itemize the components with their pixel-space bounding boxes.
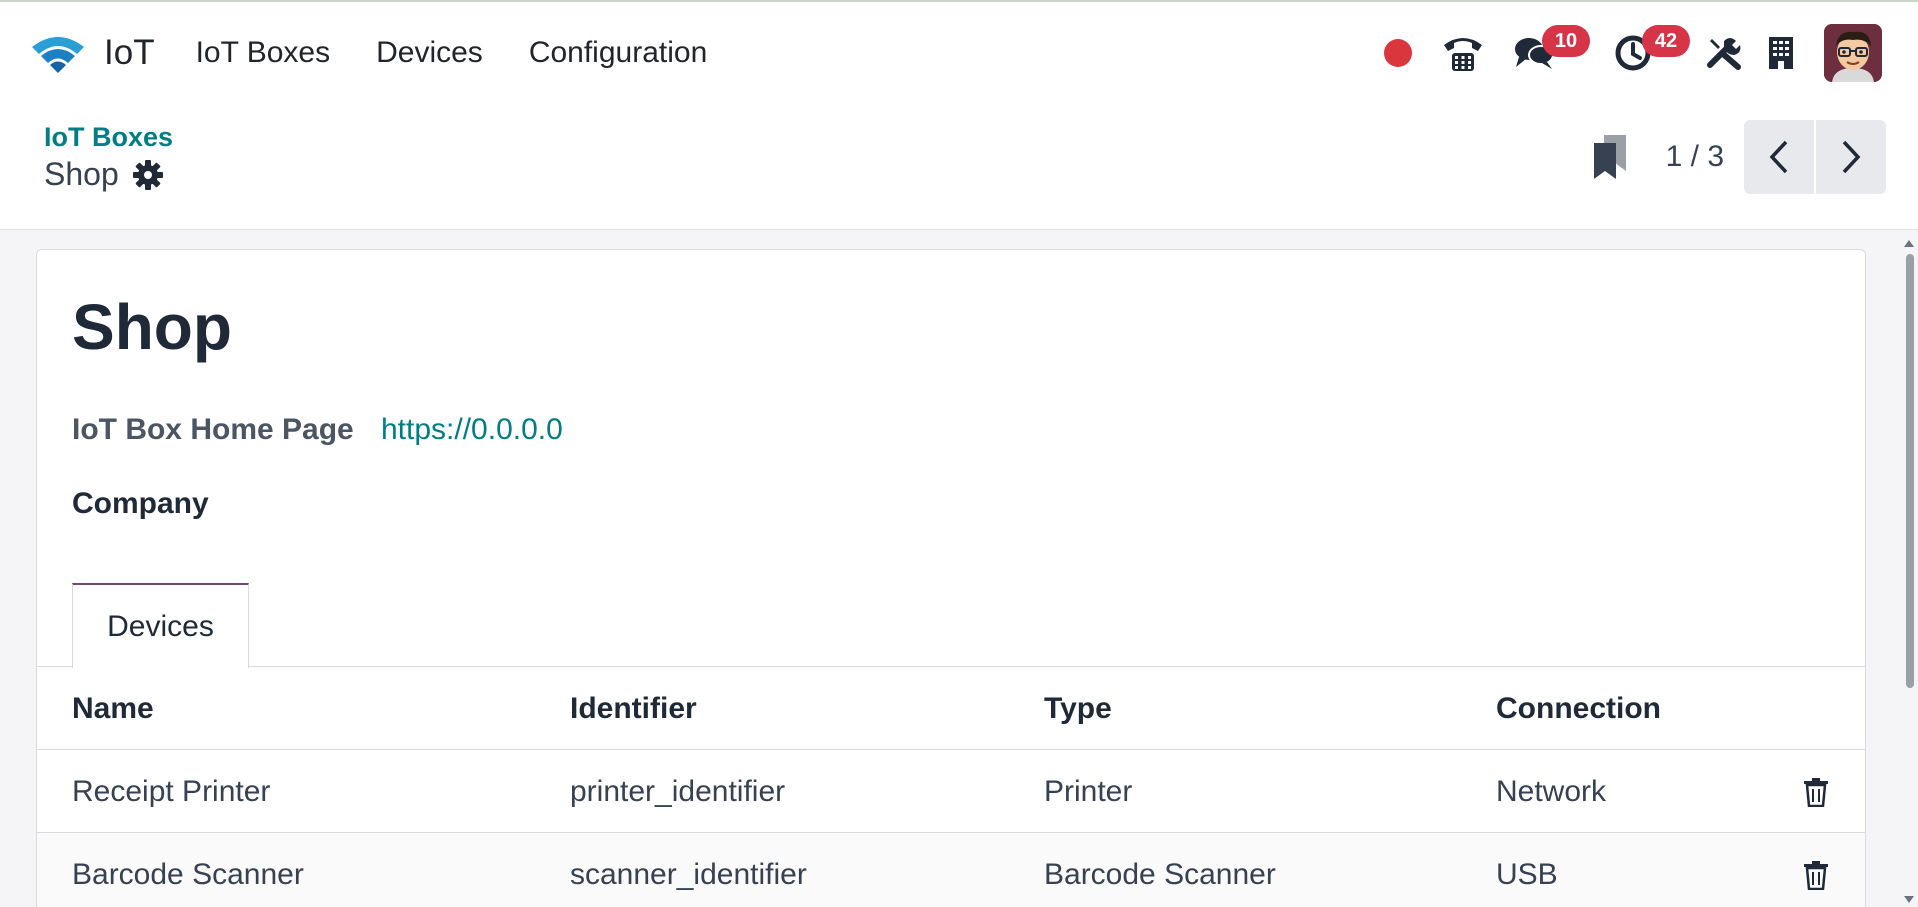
wifi-logo-icon (32, 37, 84, 73)
main-navbar: IoT IoT Boxes Devices Configuration 10 4… (0, 2, 1918, 104)
pager-value[interactable]: 1 / 3 (1666, 140, 1724, 174)
device-connection: Network (1496, 774, 1607, 808)
scroll-up-arrow[interactable] (1904, 240, 1914, 247)
gear-icon[interactable] (132, 159, 163, 190)
scroll-thumb[interactable] (1906, 254, 1914, 688)
device-connection: USB (1496, 857, 1558, 891)
pager: 1 / 3 (1590, 120, 1886, 194)
trash-icon[interactable] (1803, 860, 1829, 890)
device-identifier: scanner_identifier (570, 857, 807, 891)
table-row[interactable]: Receipt Printer printer_identifier Print… (37, 750, 1865, 833)
devices-table: Name Identifier Type Connection Receipt … (37, 667, 1865, 907)
table-row[interactable]: Barcode Scanner scanner_identifier Barco… (37, 833, 1865, 907)
phone-icon (1444, 38, 1482, 71)
device-type: Barcode Scanner (1044, 857, 1276, 891)
messages-button[interactable]: 10 (1514, 23, 1590, 83)
home-page-link[interactable]: https://0.0.0.0 (381, 413, 563, 447)
device-identifier: printer_identifier (570, 774, 786, 808)
app-brand[interactable]: IoT (28, 23, 155, 83)
breadcrumb-iot-boxes[interactable]: IoT Boxes (44, 122, 173, 153)
home-page-label: IoT Box Home Page (72, 413, 354, 446)
activities-badge: 42 (1642, 25, 1690, 57)
menu-item-devices[interactable]: Devices (353, 36, 506, 70)
pager-previous-button[interactable] (1744, 120, 1814, 194)
company-switch-button[interactable] (1768, 23, 1794, 83)
user-avatar[interactable] (1824, 24, 1882, 82)
bookmarks-icon[interactable] (1590, 131, 1630, 183)
systray: 10 42 (1362, 2, 1882, 104)
recording-button[interactable] (1384, 23, 1412, 83)
recording-dot-icon (1384, 39, 1412, 67)
chevron-right-icon (1842, 140, 1861, 174)
form-sheet: Shop IoT Box Home Page https://0.0.0.0 C… (36, 249, 1866, 907)
record-name: Shop (44, 156, 119, 192)
menu-item-iot-boxes[interactable]: IoT Boxes (173, 36, 354, 70)
menu-item-configuration[interactable]: Configuration (506, 36, 730, 70)
table-header: Name Identifier Type Connection (37, 667, 1865, 750)
main-menu: IoT Boxes Devices Configuration (173, 36, 731, 70)
control-panel: IoT Boxes Shop 1 / 3 (0, 104, 1918, 230)
scroll-down-arrow[interactable] (1904, 896, 1914, 903)
company-label: Company (72, 487, 209, 520)
phone-button[interactable] (1442, 23, 1484, 83)
messages-badge: 10 (1542, 25, 1590, 57)
column-header-identifier[interactable]: Identifier (570, 667, 697, 750)
pager-next-button[interactable] (1816, 120, 1886, 194)
column-header-name[interactable]: Name (72, 667, 154, 750)
tab-devices[interactable]: Devices (72, 583, 249, 668)
debug-tools-button[interactable] (1706, 23, 1742, 83)
tools-icon (1707, 38, 1741, 70)
activities-button[interactable]: 42 (1614, 23, 1690, 83)
app-name: IoT (104, 33, 155, 72)
building-icon (1769, 37, 1793, 69)
column-header-connection[interactable]: Connection (1496, 667, 1661, 750)
device-name: Barcode Scanner (72, 857, 304, 891)
trash-icon[interactable] (1803, 777, 1829, 807)
record-title[interactable]: Shop (72, 290, 232, 364)
column-header-type[interactable]: Type (1044, 667, 1112, 750)
device-type: Printer (1044, 774, 1133, 808)
chevron-left-icon (1769, 140, 1788, 174)
breadcrumb-current: Shop (44, 156, 163, 193)
vertical-scrollbar[interactable] (1900, 236, 1918, 907)
device-name: Receipt Printer (72, 774, 271, 808)
notebook-tabs: Devices (37, 583, 1865, 668)
